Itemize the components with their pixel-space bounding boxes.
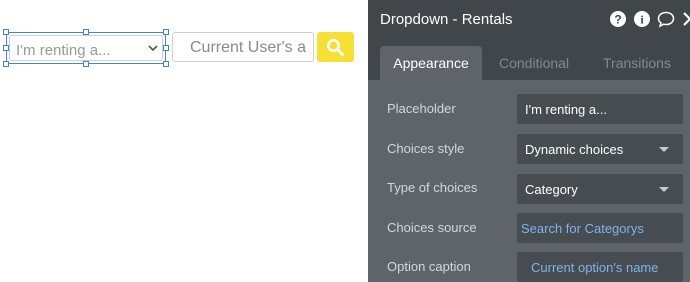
search-input[interactable]: Current User's a: [172, 32, 314, 62]
tab-transitions[interactable]: Transitions: [603, 46, 671, 80]
option-caption-expression[interactable]: Current option's name: [531, 260, 659, 275]
question-icon[interactable]: ?: [609, 10, 627, 28]
type-of-choices-value: Category: [525, 182, 578, 197]
choices-source-label: Choices source: [387, 220, 477, 235]
search-button[interactable]: [317, 32, 354, 62]
panel-tabs: Appearance Conditional Transitions: [368, 38, 690, 80]
resize-handle-top[interactable]: [83, 29, 89, 35]
info-icon[interactable]: i: [633, 10, 651, 28]
choices-style-select[interactable]: Dynamic choices: [517, 134, 683, 164]
choices-source-field[interactable]: Search for Categorys: [517, 213, 683, 243]
type-of-choices-select[interactable]: Category: [517, 174, 683, 204]
choices-source-expression[interactable]: Search for Categorys: [521, 221, 644, 236]
chevron-down-icon: [148, 45, 158, 52]
property-editor: Dropdown - Rentals ? i Appearance Condit…: [368, 0, 690, 282]
panel-title: Dropdown - Rentals: [380, 11, 513, 28]
resize-handle-bottom-right[interactable]: [163, 61, 169, 67]
tab-appearance[interactable]: Appearance: [380, 46, 482, 80]
close-icon[interactable]: [681, 10, 690, 28]
resize-handle-right[interactable]: [163, 45, 169, 51]
placeholder-label: Placeholder: [387, 101, 456, 116]
resize-handle-left[interactable]: [3, 45, 9, 51]
search-input-text: Current User's a: [190, 39, 306, 56]
svg-text:?: ?: [614, 13, 621, 27]
dropdown-box: I'm renting a...: [9, 35, 163, 61]
caret-down-icon: [659, 187, 669, 192]
choices-style-value: Dynamic choices: [525, 142, 624, 157]
caret-down-icon: [659, 147, 669, 152]
resize-handle-top-right[interactable]: [163, 29, 169, 35]
choices-style-label: Choices style: [387, 141, 465, 156]
resize-handle-top-left[interactable]: [3, 29, 9, 35]
option-caption-field[interactable]: Current option's name: [517, 252, 683, 282]
resize-handle-bottom[interactable]: [83, 61, 89, 67]
rentals-dropdown[interactable]: I'm renting a...: [6, 32, 166, 64]
type-of-choices-label: Type of choices: [387, 180, 478, 195]
panel-header: Dropdown - Rentals ? i: [368, 0, 690, 38]
resize-handle-bottom-left[interactable]: [3, 61, 9, 67]
placeholder-value: I'm renting a...: [525, 102, 607, 117]
dropdown-placeholder: I'm renting a...: [16, 42, 111, 59]
tab-conditional[interactable]: Conditional: [499, 46, 569, 80]
option-caption-label: Option caption: [387, 259, 471, 274]
placeholder-field[interactable]: I'm renting a...: [517, 94, 683, 124]
comment-icon[interactable]: [657, 10, 675, 28]
search-icon: [327, 39, 344, 56]
editor-canvas: I'm renting a... Current User's a: [0, 0, 368, 282]
